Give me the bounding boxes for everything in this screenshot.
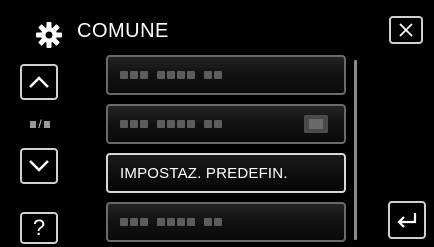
help-button[interactable]: ?: [20, 212, 58, 244]
close-button[interactable]: [389, 16, 423, 44]
setting-value-icon: [304, 115, 328, 133]
close-icon: [399, 23, 413, 37]
menu-item-4[interactable]: [106, 202, 346, 242]
page-current-box: [30, 120, 37, 128]
back-button[interactable]: [388, 201, 426, 239]
return-icon: [397, 213, 417, 228]
scrollbar[interactable]: [354, 60, 357, 240]
scroll-down-button[interactable]: [20, 148, 58, 184]
menu-item-label: IMPOSTAZ. PREDEFIN.: [120, 164, 288, 182]
obscured-label: [120, 71, 222, 79]
obscured-label: [120, 218, 222, 226]
page-title: COMUNE: [77, 20, 169, 42]
page-separator: /: [38, 117, 42, 131]
menu-item-1[interactable]: [106, 55, 346, 95]
scroll-up-button[interactable]: [20, 64, 58, 100]
menu-item-default-settings[interactable]: IMPOSTAZ. PREDEFIN.: [106, 153, 346, 193]
obscured-label: [120, 120, 222, 128]
page-total-box: [43, 120, 50, 128]
menu-item-2[interactable]: [106, 104, 346, 144]
chevron-down-icon: [29, 160, 49, 172]
gear-icon: [36, 22, 62, 48]
page-indicator: /: [25, 117, 55, 131]
chevron-up-icon: [29, 76, 49, 88]
